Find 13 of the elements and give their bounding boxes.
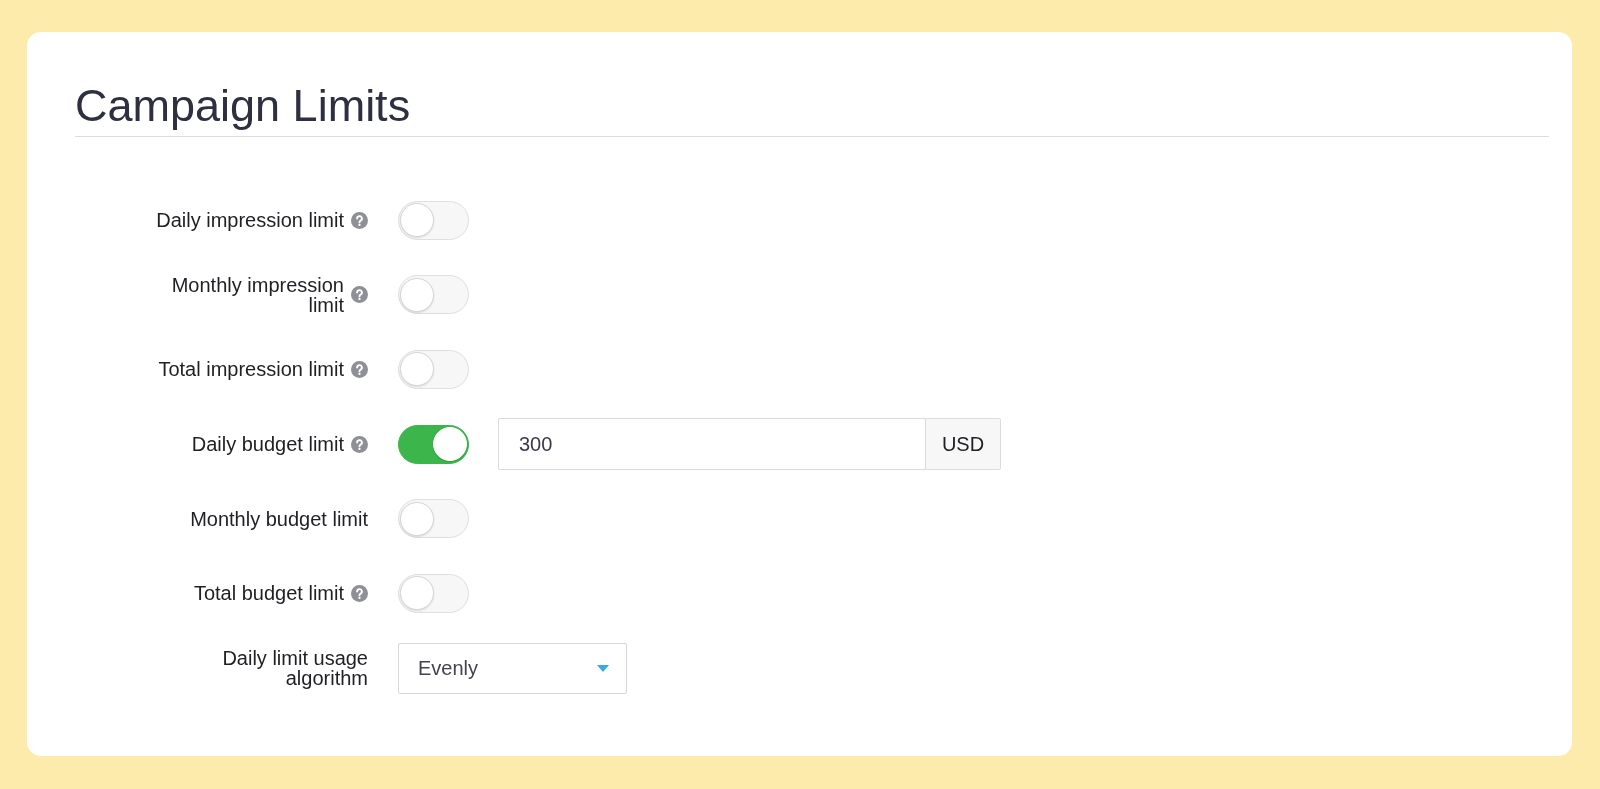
field-label: Monthly budget limit xyxy=(190,508,368,529)
toggle-switch[interactable] xyxy=(398,424,469,464)
field-label: Daily budget limit xyxy=(191,434,344,455)
currency-addon: USD xyxy=(925,418,1001,471)
field-label: Monthly impression limit xyxy=(170,274,344,315)
algorithm-select[interactable]: Evenly xyxy=(398,642,627,694)
caret-down-icon xyxy=(597,664,609,672)
amount-input[interactable]: 300 xyxy=(498,418,925,471)
field-label: Daily impression limit xyxy=(156,210,344,230)
field-label: Total budget limit xyxy=(193,583,344,604)
page-title: Campaign Limits xyxy=(75,79,411,133)
field-label: Total impression limit xyxy=(158,359,344,380)
field-label: Daily limit usage algorithm xyxy=(221,648,368,689)
